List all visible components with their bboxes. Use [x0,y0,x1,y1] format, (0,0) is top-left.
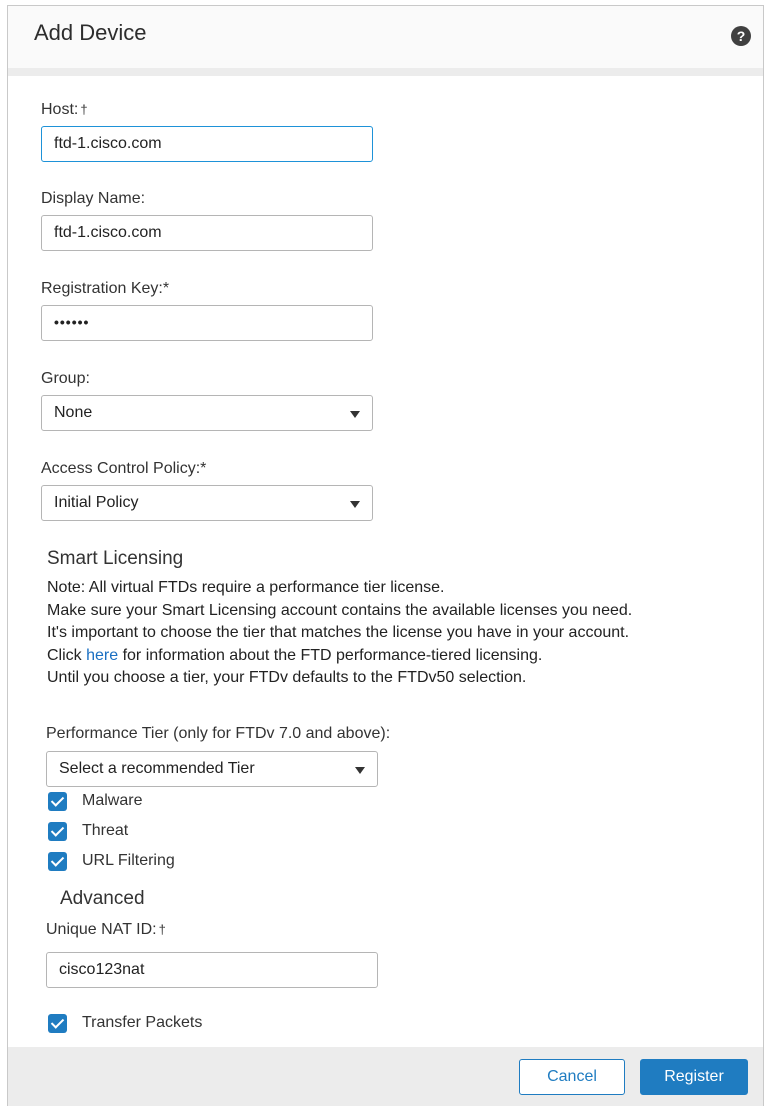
display-name-label: Display Name: [41,190,146,207]
cancel-button[interactable]: Cancel [519,1059,625,1095]
licensing-info-link[interactable]: here [86,647,118,664]
access-control-policy-label: Access Control Policy:* [41,460,207,477]
transfer-packets-label: Transfer Packets [82,1014,203,1031]
performance-tier-label: Performance Tier (only for FTDv 7.0 and … [46,725,391,742]
unique-nat-id-label: Unique NAT ID: † [46,921,166,938]
dialog-footer: Cancel Register [8,1047,763,1106]
url-filtering-checkbox[interactable] [48,851,67,871]
transfer-packets-checkbox[interactable] [48,1013,67,1033]
note-line: It's important to choose the tier that m… [47,624,630,641]
add-device-dialog: Add Device ? Host: † ftd-1.cisco.com Disp… [7,5,764,1106]
malware-label: Malware [82,792,143,809]
advanced-heading: Advanced [60,888,145,909]
dialog-header: Add Device ? [8,6,763,68]
performance-tier-select[interactable]: Select a recommended Tier [46,751,378,787]
group-select[interactable]: None [41,395,373,431]
host-label: Host: † [41,101,88,118]
smart-licensing-heading: Smart Licensing [47,548,184,569]
url-filtering-checkbox-row[interactable]: URL Filtering [48,851,175,871]
chevron-down-icon [355,767,365,774]
group-label: Group: [41,370,90,387]
chevron-down-icon [350,411,360,418]
register-button[interactable]: Register [640,1059,748,1095]
dialog-title: Add Device [34,20,147,45]
access-control-policy-select[interactable]: Initial Policy [41,485,373,521]
host-input[interactable]: ftd-1.cisco.com [41,126,373,162]
display-name-input[interactable]: ftd-1.cisco.com [41,215,373,251]
registration-key-input[interactable]: •••••• [41,305,373,341]
note-line: Until you choose a tier, your FTDv defau… [47,669,527,686]
chevron-down-icon [350,501,360,508]
access-control-policy-selected-value: Initial Policy [54,494,139,511]
malware-checkbox-row[interactable]: Malware [48,791,142,811]
threat-checkbox-row[interactable]: Threat [48,821,128,841]
unique-nat-id-input[interactable]: cisco123nat [46,952,378,988]
group-selected-value: None [54,404,93,421]
smart-licensing-note: Note: All virtual FTDs require a perform… [47,577,632,690]
note-line: Note: All virtual FTDs require a perform… [47,579,445,596]
note-line: Make sure your Smart Licensing account c… [47,601,633,619]
malware-checkbox[interactable] [48,791,67,811]
header-divider [8,68,763,76]
threat-checkbox[interactable] [48,821,67,841]
url-filtering-label: URL Filtering [82,852,175,869]
threat-label: Threat [82,822,129,839]
help-icon[interactable]: ? [731,26,751,46]
registration-key-label: Registration Key:* [41,280,170,297]
performance-tier-selected-value: Select a recommended Tier [59,760,255,777]
note-line: Click here for information about the FTD… [47,646,543,664]
transfer-packets-checkbox-row[interactable]: Transfer Packets [48,1013,202,1033]
registration-key-masked-value: •••••• [54,314,90,330]
